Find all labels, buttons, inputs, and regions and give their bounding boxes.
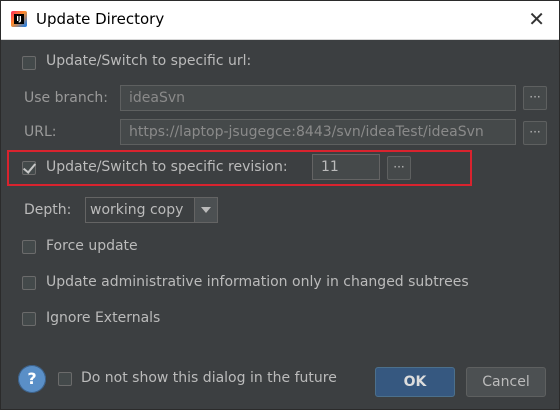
url-browse-button[interactable]: ··· — [523, 121, 547, 145]
dont-show-label: Do not show this dialog in the future — [81, 370, 337, 386]
app-icon-text: IJ — [14, 14, 24, 24]
dont-show-checkbox[interactable] — [58, 372, 72, 386]
depth-select[interactable]: working copy — [85, 197, 218, 223]
close-icon[interactable]: ✕ — [528, 7, 545, 31]
revision-browse-button[interactable]: ··· — [387, 156, 411, 180]
force-update-checkbox[interactable] — [22, 240, 36, 254]
chevron-down-icon[interactable] — [194, 198, 217, 222]
switch-revision-label: Update/Switch to specific revision: — [46, 159, 288, 175]
admin-info-label: Update administrative information only i… — [46, 274, 469, 290]
update-directory-dialog: IJ Update Directory ✕ Update/Switch to s… — [0, 0, 560, 410]
switch-url-label: Update/Switch to specific url: — [46, 53, 252, 69]
depth-value: working copy — [90, 202, 184, 218]
url-label: URL: — [24, 124, 57, 140]
branch-field[interactable]: ideaSvn — [120, 85, 516, 111]
depth-label: Depth: — [24, 202, 72, 218]
ignore-externals-checkbox[interactable] — [22, 312, 36, 326]
window-title: Update Directory — [36, 10, 165, 28]
ok-button[interactable]: OK — [375, 367, 455, 397]
branch-browse-button[interactable]: ··· — [523, 86, 547, 110]
title-bar: IJ Update Directory ✕ — [1, 1, 559, 40]
cancel-button[interactable]: Cancel — [466, 367, 546, 397]
ignore-externals-label: Ignore Externals — [46, 310, 161, 326]
revision-input[interactable]: 11 — [312, 154, 380, 180]
url-field[interactable]: https://laptop-jsugegce:8443/svn/ideaTes… — [120, 119, 516, 145]
switch-url-checkbox[interactable] — [22, 56, 36, 70]
use-branch-label: Use branch: — [24, 90, 108, 106]
force-update-label: Force update — [46, 238, 138, 254]
admin-info-checkbox[interactable] — [22, 276, 36, 290]
intellij-app-icon: IJ — [11, 11, 27, 27]
switch-revision-checkbox[interactable] — [22, 161, 36, 175]
help-icon[interactable]: ? — [18, 365, 46, 393]
